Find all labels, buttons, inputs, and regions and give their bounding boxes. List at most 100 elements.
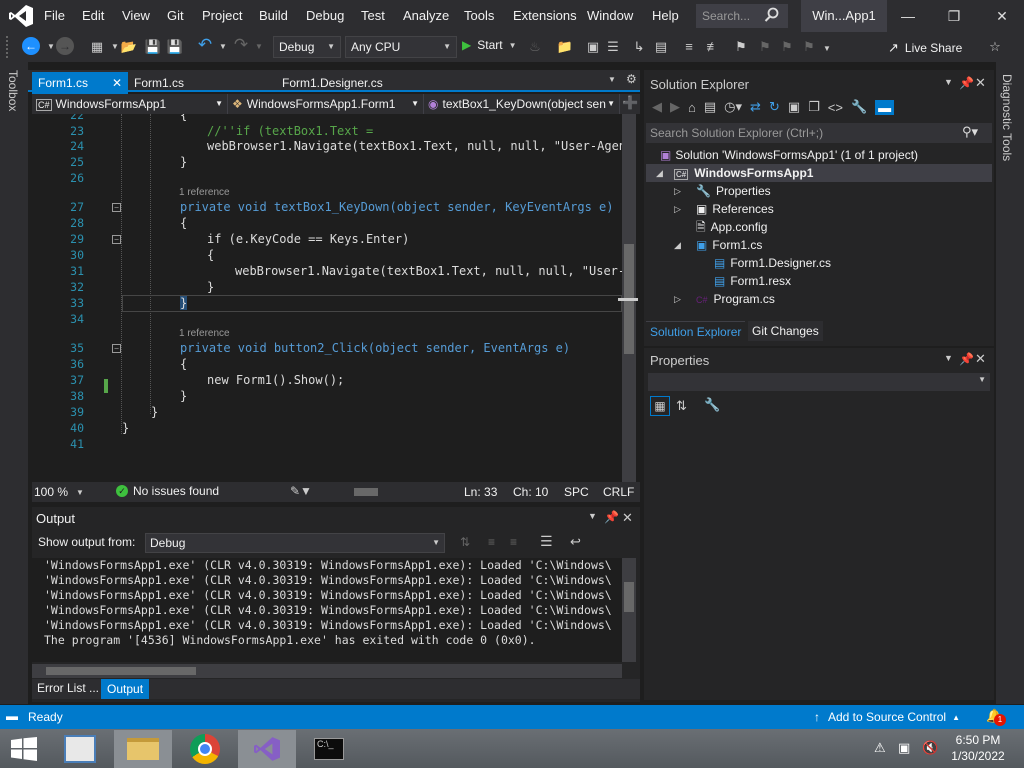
network-warning-icon[interactable]: ⚠ <box>874 740 886 756</box>
clear-all-icon[interactable]: ☰ <box>540 533 553 550</box>
tree-item-form1-cs[interactable]: ▣ Form1.cs <box>696 236 762 254</box>
add-to-source-control-button[interactable]: ↑ Add to Source Control ▲ <box>814 710 960 724</box>
back-icon[interactable]: ← <box>22 37 40 55</box>
tree-item-project[interactable]: C# WindowsFormsApp1 <box>674 164 813 182</box>
output-text[interactable]: 'WindowsFormsApp1.exe' (CLR v4.0.30319: … <box>32 558 622 662</box>
menu-window[interactable]: Window <box>587 0 633 32</box>
outdent-icon[interactable]: ≢ <box>704 38 722 56</box>
menu-analyze[interactable]: Analyze <box>403 0 449 32</box>
close-icon[interactable]: ✕ <box>992 6 1012 26</box>
line-ending-indicator[interactable]: CRLF <box>603 485 634 499</box>
close-panel-icon[interactable]: ✕ <box>622 510 633 526</box>
platform-select[interactable]: Any CPU ▼ <box>345 36 457 58</box>
search-icon[interactable] <box>764 7 780 23</box>
tab-solution-explorer[interactable]: Solution Explorer <box>646 321 746 341</box>
volume-muted-icon[interactable]: 🔇 <box>922 740 938 756</box>
tab-output[interactable]: Output <box>101 679 150 699</box>
command-prompt-taskbar-button[interactable]: C:\_ <box>300 730 358 768</box>
navigate-icon[interactable]: ▣ <box>584 38 602 56</box>
save-icon[interactable]: 💾 <box>144 38 162 56</box>
window-position-icon[interactable]: ▼ <box>944 77 953 87</box>
step-into-icon[interactable]: ↳ <box>630 38 648 56</box>
pending-changes-icon[interactable]: ◷▾ <box>724 99 742 115</box>
class-nav-select[interactable]: ❖ WindowsFormsApp1.Form1 ▼ <box>228 94 424 114</box>
menu-debug[interactable]: Debug <box>306 0 344 32</box>
menu-extensions[interactable]: Extensions <box>513 0 577 32</box>
next-message-icon[interactable]: ≡ <box>510 535 517 549</box>
code-cleanup-icon[interactable]: ✎▼ <box>290 484 312 498</box>
menu-view[interactable]: View <box>122 0 150 32</box>
bookmark-toolbar-icon[interactable]: ☰ <box>604 38 622 56</box>
wrench-icon[interactable]: 🔧 <box>851 99 867 115</box>
solution-tasks-icon[interactable]: ▤ <box>652 38 670 56</box>
close-panel-icon[interactable]: ✕ <box>975 75 986 91</box>
tree-item-form1-designer[interactable]: ▤ Form1.Designer.cs <box>714 254 831 272</box>
preview-icon[interactable]: ▬ <box>875 99 895 115</box>
window-position-icon[interactable]: ▼ <box>588 511 597 521</box>
code-editor[interactable]: 22 { 23 //''if (textBox1.Text = 24 webBr… <box>32 114 622 482</box>
collapsed-arrow-icon[interactable]: ▷ <box>674 204 681 215</box>
collapsed-arrow-icon[interactable]: ▷ <box>674 186 681 197</box>
menu-project[interactable]: Project <box>202 0 242 32</box>
collapsed-arrow-icon[interactable]: ▷ <box>674 294 681 305</box>
new-project-icon[interactable]: ▦ <box>88 38 106 56</box>
bookmark-icon[interactable]: ⚑ <box>732 38 750 56</box>
code-view-icon[interactable]: <> <box>828 100 843 115</box>
indent-icon[interactable]: ≡ <box>680 38 698 56</box>
solution-search-input[interactable]: Search Solution Explorer (Ctrl+;) <box>646 123 992 143</box>
back-icon[interactable]: ◀ <box>652 99 662 115</box>
collapse-icon[interactable]: − <box>112 203 121 212</box>
sync-icon[interactable]: ⇄ <box>750 99 761 115</box>
tab-form1-designer[interactable]: Form1.Designer.cs <box>276 72 416 94</box>
redo-icon[interactable]: ↷ <box>232 36 250 54</box>
toolbar-grip[interactable] <box>6 36 9 58</box>
split-editor-icon[interactable]: ➕ <box>622 95 638 111</box>
network-icon[interactable]: ▣ <box>898 740 910 756</box>
tab-list-dropdown-icon[interactable]: ▼ <box>608 75 616 84</box>
collapse-all-icon[interactable]: ▣ <box>788 99 800 115</box>
forward-icon[interactable]: → <box>56 37 74 55</box>
solution-config-select[interactable]: Debug ▼ <box>273 36 341 58</box>
forward-icon[interactable]: ▶ <box>670 99 680 115</box>
open-folder-icon[interactable]: 📂 <box>120 38 138 56</box>
scroll-thumb[interactable] <box>354 488 378 496</box>
column-indicator[interactable]: Ch: 10 <box>513 485 548 499</box>
expanded-arrow-icon[interactable]: ◢ <box>656 168 663 179</box>
start-debug-button[interactable]: ▶ Start ▼ <box>462 38 517 52</box>
hot-reload-icon[interactable]: ♨ <box>526 38 544 56</box>
output-source-select[interactable]: Debug ▼ <box>145 533 445 553</box>
tree-item-program-cs[interactable]: C# Program.cs <box>696 290 775 308</box>
settings-gear-icon[interactable]: ⚙ <box>626 72 637 86</box>
tab-git-changes[interactable]: Git Changes <box>748 321 823 341</box>
redo-dropdown-icon[interactable]: ▼ <box>250 38 268 56</box>
tab-form1-cs[interactable]: Form1.cs ✕ <box>32 72 128 94</box>
scroll-thumb[interactable] <box>624 582 634 612</box>
project-nav-select[interactable]: C# WindowsFormsApp1 ▼ <box>32 94 228 114</box>
property-pages-icon[interactable]: 🔧 <box>704 397 720 413</box>
tree-item-references[interactable]: ▣ References <box>696 200 774 218</box>
pin-icon[interactable]: 📌 <box>959 76 974 90</box>
codelens-references[interactable]: 1 reference <box>179 328 230 339</box>
close-panel-icon[interactable]: ✕ <box>975 351 986 367</box>
menu-test[interactable]: Test <box>361 0 385 32</box>
maximize-icon[interactable]: ❐ <box>944 6 964 26</box>
zoom-select[interactable]: 100 % ▼ <box>34 484 90 500</box>
chrome-icon[interactable] <box>190 734 220 764</box>
search-icon[interactable]: ⚲▾ <box>962 124 978 140</box>
live-share-button[interactable]: ↗ Live Share <box>888 40 962 56</box>
menu-tools[interactable]: Tools <box>464 0 494 32</box>
window-position-icon[interactable]: ▼ <box>944 353 953 363</box>
word-wrap-icon[interactable]: ↩ <box>570 534 581 550</box>
menu-build[interactable]: Build <box>259 0 288 32</box>
toolbox-tab[interactable]: Toolbox <box>6 70 20 111</box>
pin-icon[interactable]: 📌 <box>604 510 619 524</box>
clear-bookmarks-icon[interactable]: ⚑ <box>800 38 818 56</box>
task-view-icon[interactable] <box>64 735 96 763</box>
issues-indicator[interactable]: ✓ No issues found <box>116 484 219 498</box>
feedback-icon[interactable]: ☆ <box>986 38 1004 56</box>
menu-file[interactable]: File <box>44 0 65 32</box>
refresh-icon[interactable]: ↻ <box>769 99 780 115</box>
undo-icon[interactable]: ↶ <box>196 36 214 54</box>
editor-horizontal-scrollbar[interactable] <box>342 486 438 498</box>
save-all-icon[interactable]: 💾 <box>166 38 184 56</box>
